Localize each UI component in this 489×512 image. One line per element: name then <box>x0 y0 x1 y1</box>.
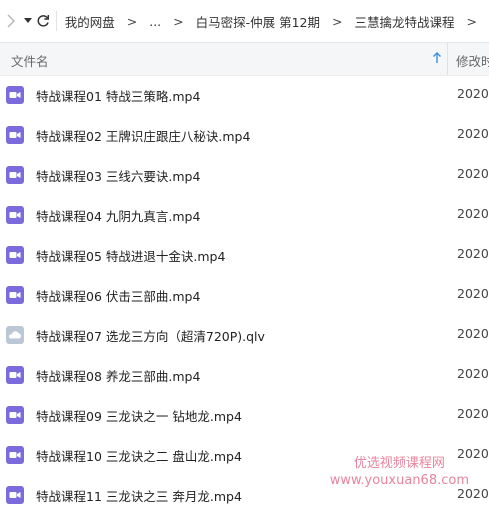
refresh-icon <box>37 15 50 27</box>
file-name: 特战课程03 三线六要诀.mp4 <box>36 169 201 184</box>
file-modified-date: 2020- <box>457 286 489 301</box>
file-row[interactable]: 特战课程04 九阴九真言.mp4 2020- <box>0 195 489 235</box>
video-file-icon <box>6 86 24 104</box>
breadcrumb-separator: > <box>173 13 184 29</box>
breadcrumb-item-home[interactable]: 我的网盘 <box>65 12 115 31</box>
breadcrumb-separator: > <box>466 13 477 29</box>
caret-down-icon <box>24 18 33 23</box>
file-row[interactable]: 特战课程02 王牌识庄跟庄八秘诀.mp4 2020- <box>0 115 489 155</box>
file-row[interactable]: 特战课程03 三线六要诀.mp4 2020- <box>0 155 489 195</box>
file-row[interactable]: 特战课程08 养龙三部曲.mp4 2020- <box>0 355 489 395</box>
file-modified-date: 2020- <box>457 126 489 141</box>
video-file-icon <box>6 286 24 304</box>
video-file-icon <box>6 246 24 264</box>
file-name: 特战课程10 三龙诀之二 盘山龙.mp4 <box>36 449 242 464</box>
breadcrumb-separator: > <box>126 13 138 29</box>
file-modified-date: 2020- <box>457 86 489 101</box>
file-row[interactable]: 特战课程09 三龙诀之一 钻地龙.mp4 2020- <box>0 395 489 435</box>
file-row[interactable]: 特战课程05 特战进退十金诀.mp4 2020- <box>0 235 489 275</box>
file-modified-date: 2020- <box>457 206 489 221</box>
toolbar-divider <box>56 11 57 31</box>
file-modified-date: 2020- <box>457 326 489 341</box>
file-name: 特战课程06 伏击三部曲.mp4 <box>36 289 201 304</box>
cloud-file-icon <box>6 326 24 344</box>
file-modified-date: 2020- <box>457 246 489 261</box>
video-file-icon <box>6 446 24 464</box>
column-header-modified[interactable]: 修改时 <box>456 51 489 70</box>
column-header-name[interactable]: 文件名 <box>11 51 49 70</box>
file-name: 特战课程01 特战三策略.mp4 <box>36 89 201 104</box>
file-list: 特战课程01 特战三策略.mp4 2020- 特战课程02 王牌识庄跟庄八秘诀.… <box>0 75 489 512</box>
file-modified-date: 2020- <box>457 406 489 421</box>
video-file-icon <box>6 206 24 224</box>
video-file-icon <box>6 126 24 144</box>
file-name: 特战课程07 选龙三方向（超清720P).qlv <box>36 329 265 344</box>
file-row[interactable]: 特战课程07 选龙三方向（超清720P).qlv 2020- <box>0 315 489 355</box>
video-file-icon <box>6 406 24 424</box>
column-header: 文件名 修改时 <box>0 42 489 76</box>
breadcrumb: 我的网盘 > ... > 白马密探-仲展 第12期 > 三慧擒龙特战课程 > <box>65 12 489 31</box>
video-file-icon <box>6 166 24 184</box>
file-row[interactable]: 特战课程01 特战三策略.mp4 2020- <box>0 75 489 115</box>
video-file-icon <box>6 486 24 504</box>
forward-button[interactable] <box>0 0 22 42</box>
breadcrumb-item-folder[interactable]: 白马密探-仲展 第12期 <box>196 12 320 31</box>
watermark-line2: www.youxuan68.com <box>329 473 469 488</box>
file-manager-window: 我的网盘 > ... > 白马密探-仲展 第12期 > 三慧擒龙特战课程 > 文… <box>0 0 489 512</box>
refresh-button[interactable] <box>35 0 52 42</box>
breadcrumb-item-current[interactable]: 三慧擒龙特战课程 <box>355 12 455 31</box>
file-row[interactable]: 特战课程06 伏击三部曲.mp4 2020- <box>0 275 489 315</box>
history-dropdown-button[interactable] <box>22 0 35 42</box>
file-name: 特战课程02 王牌识庄跟庄八秘诀.mp4 <box>36 129 251 144</box>
file-name: 特战课程08 养龙三部曲.mp4 <box>36 369 201 384</box>
file-name: 特战课程05 特战进退十金诀.mp4 <box>36 249 226 264</box>
column-divider[interactable] <box>447 43 448 75</box>
file-name: 特战课程09 三龙诀之一 钻地龙.mp4 <box>36 409 242 424</box>
file-name: 特战课程11 三龙诀之三 奔月龙.mp4 <box>36 489 242 504</box>
video-file-icon <box>6 366 24 384</box>
file-modified-date: 2020- <box>457 366 489 381</box>
sort-ascending-icon[interactable] <box>431 51 443 65</box>
file-name: 特战课程04 九阴九真言.mp4 <box>36 209 201 224</box>
watermark: 优选视频课程网 www.youxuan68.com <box>330 455 469 489</box>
chevron-right-icon <box>7 14 15 28</box>
watermark-line1: 优选视频课程网 <box>353 456 445 471</box>
breadcrumb-separator: > <box>332 13 343 29</box>
navigation-bar: 我的网盘 > ... > 白马密探-仲展 第12期 > 三慧擒龙特战课程 > <box>0 0 489 42</box>
breadcrumb-item-ellipsis[interactable]: ... <box>149 14 161 29</box>
file-modified-date: 2020- <box>457 166 489 181</box>
